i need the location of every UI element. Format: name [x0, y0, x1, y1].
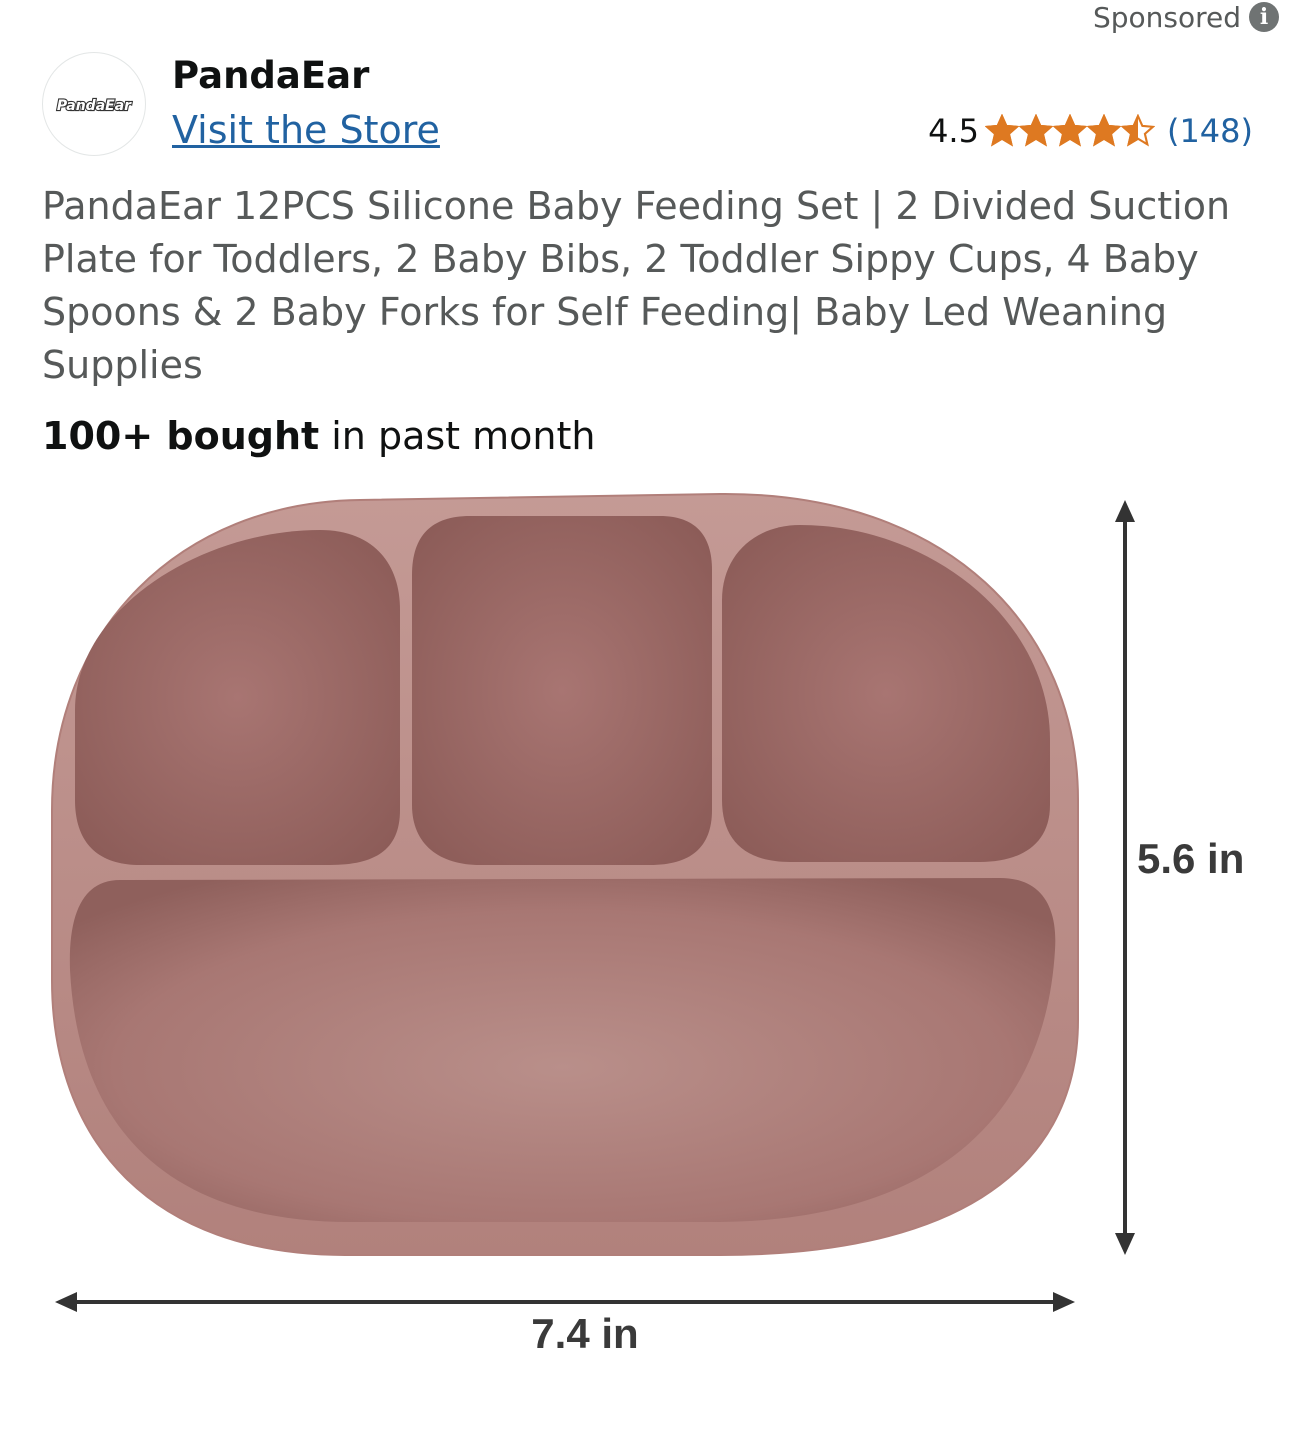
height-arrow-top — [1115, 500, 1135, 522]
visit-store-link[interactable]: Visit the Store — [172, 108, 440, 152]
brand-name: PandaEar — [172, 54, 370, 97]
plate-well-right — [722, 525, 1050, 862]
width-arrow-left — [55, 1292, 77, 1312]
star-icon — [1018, 114, 1053, 147]
plate-well-bottom — [69, 878, 1056, 1222]
brand-logo-text: PandaEar — [57, 98, 132, 114]
brand-logo[interactable]: PandaEar — [42, 52, 146, 156]
rating-count[interactable]: (148) — [1167, 112, 1253, 150]
brand-row: PandaEar PandaEar Visit the Store 4.5 (1… — [42, 50, 1253, 160]
star-icon — [984, 114, 1019, 147]
divided-suction-plate-image: 5.6 in 7.4 in — [51, 492, 1244, 1357]
star-icon — [1052, 114, 1087, 147]
width-arrow-right — [1053, 1292, 1075, 1312]
sponsored-text: Sponsored — [1092, 0, 1241, 34]
product-image[interactable]: 5.6 in 7.4 in — [0, 480, 1295, 1440]
brand-logo-mark: PandaEar — [56, 97, 133, 115]
info-icon[interactable]: i — [1249, 2, 1279, 32]
product-title[interactable]: PandaEar 12PCS Silicone Baby Feeding Set… — [42, 180, 1242, 392]
rating-summary[interactable]: 4.5 (148) — [928, 112, 1253, 150]
star-icon — [1120, 114, 1155, 147]
sponsored-label[interactable]: Sponsored i — [1093, 0, 1279, 34]
star-rating — [984, 114, 1155, 148]
plate-well-left — [75, 530, 400, 865]
height-label: 5.6 in — [1137, 835, 1244, 882]
width-label: 7.4 in — [531, 1310, 638, 1357]
height-arrow-bottom — [1115, 1233, 1135, 1255]
bought-period: in past month — [319, 414, 596, 458]
bought-count: 100+ bought — [42, 414, 320, 458]
star-icon — [1086, 114, 1121, 147]
bought-in-past-month: 100+ bought in past month — [42, 414, 596, 458]
rating-value: 4.5 — [928, 112, 979, 150]
plate-well-middle — [412, 516, 712, 865]
